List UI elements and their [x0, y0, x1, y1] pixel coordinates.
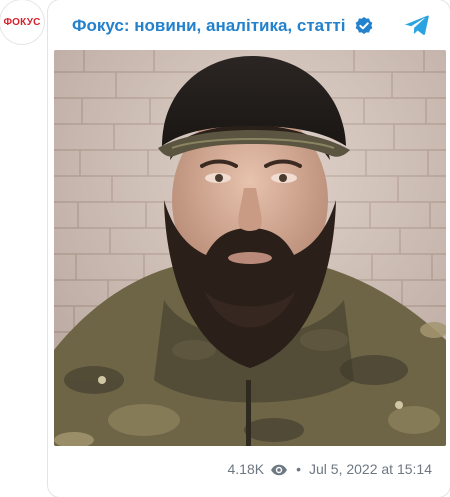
- post-card: Фокус: новини, аналітика, статті 4.18K •…: [48, 0, 450, 497]
- post-meta: 4.18K • Jul 5, 2022 at 15:14: [228, 460, 433, 478]
- meta-separator: •: [296, 461, 301, 477]
- avatar-logo-text: ФОКУС: [3, 16, 41, 28]
- post-header: Фокус: новини, аналітика, статті: [72, 12, 374, 40]
- channel-title[interactable]: Фокус: новини, аналітика, статті: [72, 16, 346, 36]
- post-date[interactable]: Jul 5, 2022 at 15:14: [309, 461, 432, 477]
- eye-icon: [270, 463, 288, 476]
- view-count: 4.18K: [227, 461, 265, 477]
- video-thumbnail[interactable]: [54, 50, 446, 446]
- channel-avatar[interactable]: ФОКУС: [0, 0, 44, 44]
- verified-badge-icon: [354, 16, 374, 36]
- telegram-icon[interactable]: [404, 12, 430, 38]
